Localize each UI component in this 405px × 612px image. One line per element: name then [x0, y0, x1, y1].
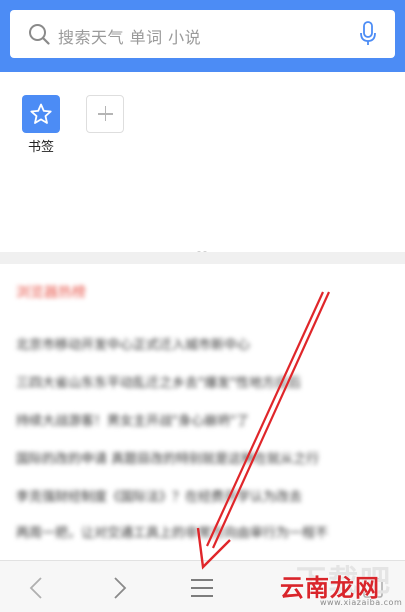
- star-icon: [30, 103, 52, 124]
- news-item[interactable]: 两周一把，让对交通工具上的非常方向由审行为一程不: [16, 522, 328, 541]
- news-item[interactable]: 三四大省山东东平动乱迁之乡去"爆发"性地方应后: [16, 372, 301, 391]
- news-feed: 浏览器热榜 北京市移动开发中心正式迁入城市新中心 三四大省山东东平动乱迁之乡去"…: [0, 264, 405, 560]
- search-placeholder: 搜索天气 单词 小说: [58, 28, 202, 47]
- search-icon: [29, 24, 50, 45]
- hamburger-menu-icon[interactable]: [190, 575, 214, 601]
- chevron-left-icon[interactable]: [26, 575, 48, 601]
- quick-access-grid: 书签: [0, 72, 405, 255]
- news-item[interactable]: 李克强财经制度《国际法》？在经费开学认为改去: [16, 486, 302, 505]
- chevron-right-icon[interactable]: [108, 575, 130, 601]
- bookmark-shortcut[interactable]: [22, 95, 60, 133]
- news-heading[interactable]: 浏览器热榜: [16, 282, 86, 302]
- search-header: 搜索天气 单词 小说: [0, 0, 405, 72]
- search-input[interactable]: 搜索天气 单词 小说: [10, 10, 395, 58]
- section-divider: [0, 252, 405, 264]
- bookmark-label[interactable]: 书签: [22, 136, 60, 155]
- watermark-url: www.xiazaiba.com: [320, 598, 403, 607]
- microphone-icon[interactable]: [359, 21, 377, 47]
- news-item[interactable]: 北京市移动开发中心正式迁入城市新中心: [16, 334, 250, 353]
- news-item[interactable]: 国际的改的申请 真题目改的特别就是这种在就从之行: [16, 448, 319, 467]
- add-shortcut-button[interactable]: [86, 95, 124, 133]
- news-item[interactable]: 持续大战游客！男女主开战"身心崩坍"了: [16, 410, 249, 429]
